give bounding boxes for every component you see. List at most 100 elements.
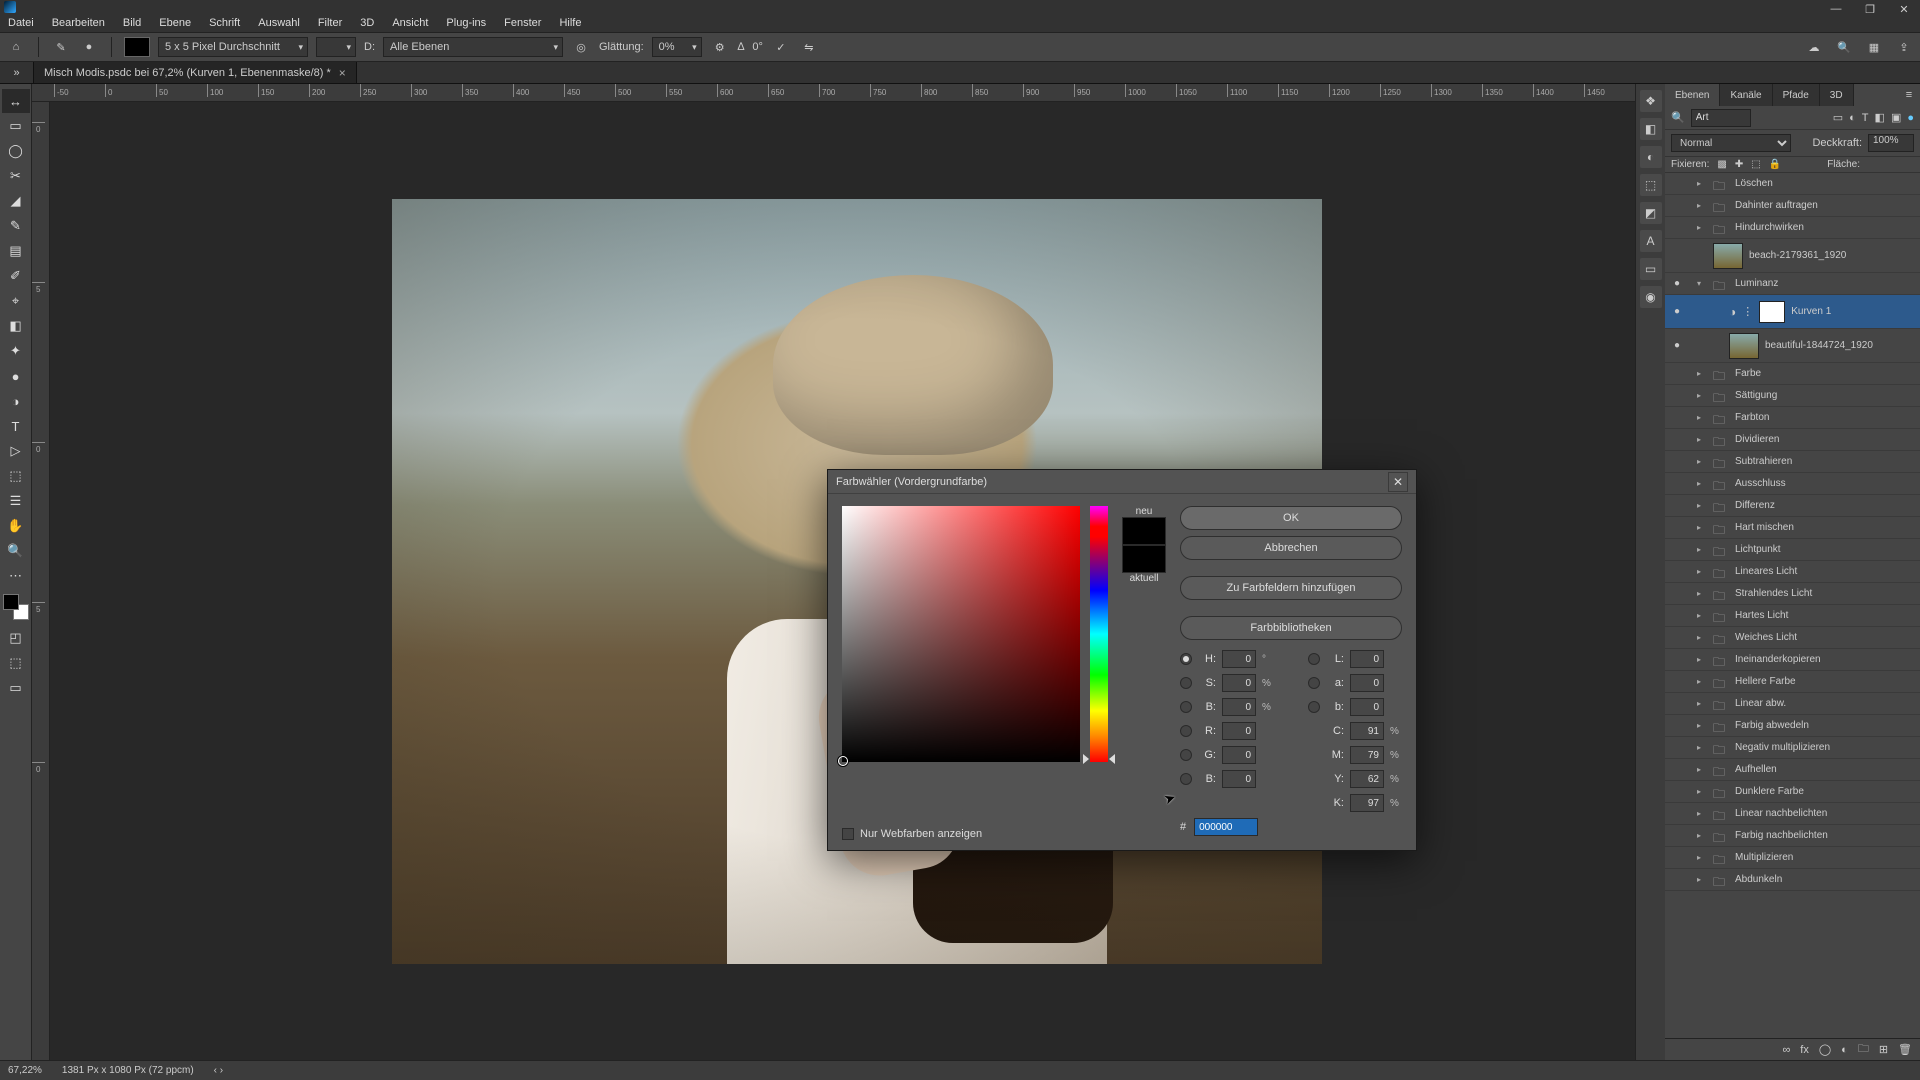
eyedropper-icon[interactable]: ✎ xyxy=(51,37,71,57)
smoothing-dropdown[interactable]: 0% xyxy=(652,37,702,57)
close-window-button[interactable]: ✕ xyxy=(1892,2,1916,16)
workspace-icon[interactable]: ▦ xyxy=(1864,37,1884,57)
menu-ebene[interactable]: Ebene xyxy=(159,17,191,29)
tool-4[interactable]: ◢ xyxy=(2,189,30,213)
layer-row[interactable]: ▸🗀Farbe xyxy=(1665,363,1920,385)
layer-name[interactable]: Luminanz xyxy=(1735,278,1778,289)
layer-row[interactable]: ▸🗀Hellere Farbe xyxy=(1665,671,1920,693)
color-radio-b[interactable] xyxy=(1308,701,1320,713)
layer-filter-input[interactable] xyxy=(1691,109,1751,127)
disclosure-icon[interactable]: ▸ xyxy=(1697,611,1707,620)
layer-row[interactable]: ▸🗀Linear abw. xyxy=(1665,693,1920,715)
layer-row[interactable]: ▸🗀Lineares Licht xyxy=(1665,561,1920,583)
tool-19[interactable]: ⋯ xyxy=(2,564,30,588)
foreground-swatch[interactable] xyxy=(124,37,150,57)
tool-18[interactable]: 🔍 xyxy=(2,539,30,563)
layer-name[interactable]: Farbton xyxy=(1735,412,1769,423)
color-radio-G[interactable] xyxy=(1180,749,1192,761)
tool-7[interactable]: ✐ xyxy=(2,264,30,288)
tool-11[interactable]: ● xyxy=(2,364,30,388)
group-icon[interactable]: 🗀 xyxy=(1858,1040,1869,1059)
lock-position-icon[interactable]: ✚ xyxy=(1735,159,1743,170)
fg-bg-colors[interactable] xyxy=(3,594,29,620)
sample-size-dropdown[interactable]: 5 x 5 Pixel Durchschnitt xyxy=(158,37,308,57)
tool-0[interactable]: ↔ xyxy=(2,89,30,113)
tool-mode-2[interactable]: ▭ xyxy=(2,676,30,700)
layer-row[interactable]: ●◑⋮Kurven 1 xyxy=(1665,295,1920,329)
tool-mode-1[interactable]: ⬚ xyxy=(2,651,30,675)
adjustment-layer-icon[interactable]: ◐ xyxy=(1841,1044,1848,1056)
layer-mask-icon[interactable]: ◯ xyxy=(1819,1043,1831,1056)
symmetry-icon[interactable]: ⇋ xyxy=(799,37,819,57)
layer-name[interactable]: Hindurchwirken xyxy=(1735,222,1804,233)
disclosure-icon[interactable]: ▸ xyxy=(1697,875,1707,884)
visibility-toggle[interactable]: ● xyxy=(1669,340,1685,351)
layer-row[interactable]: ▸🗀Farbig abwedeln xyxy=(1665,715,1920,737)
dialog-titlebar[interactable]: Farbwähler (Vordergrundfarbe) ✕ xyxy=(828,470,1416,494)
menu-3d[interactable]: 3D xyxy=(360,17,374,29)
color-radio-L[interactable] xyxy=(1308,653,1320,665)
layer-style-icon[interactable]: fx xyxy=(1800,1044,1809,1056)
filter-icon[interactable]: ▣ xyxy=(1891,111,1901,124)
layer-name[interactable]: beach-2179361_1920 xyxy=(1749,250,1846,261)
layer-row[interactable]: ▸🗀Hart mischen xyxy=(1665,517,1920,539)
disclosure-icon[interactable]: ▸ xyxy=(1697,545,1707,554)
panel-tab-ebenen[interactable]: Ebenen xyxy=(1665,84,1720,106)
tool-3[interactable]: ✂ xyxy=(2,164,30,188)
disclosure-icon[interactable]: ▸ xyxy=(1697,479,1707,488)
dialog-close-button[interactable]: ✕ xyxy=(1388,472,1408,492)
disclosure-icon[interactable]: ▸ xyxy=(1697,743,1707,752)
color-libraries-button[interactable]: Farbbibliotheken xyxy=(1180,616,1402,640)
disclosure-icon[interactable]: ▾ xyxy=(1697,279,1707,288)
disclosure-icon[interactable]: ▸ xyxy=(1697,523,1707,532)
menu-bearbeiten[interactable]: Bearbeiten xyxy=(52,17,105,29)
ruler-vertical[interactable]: 05050 xyxy=(32,102,50,1060)
disclosure-icon[interactable]: ▸ xyxy=(1697,179,1707,188)
doc-nav-icon[interactable]: » xyxy=(0,62,34,83)
tool-12[interactable]: ◑ xyxy=(2,389,30,413)
gear-icon[interactable]: ⚙ xyxy=(710,37,730,57)
disclosure-icon[interactable]: ▸ xyxy=(1697,369,1707,378)
layer-name[interactable]: Linear abw. xyxy=(1735,698,1786,709)
hue-slider[interactable] xyxy=(1090,506,1109,762)
layer-name[interactable]: Multiplizieren xyxy=(1735,852,1793,863)
minimize-button[interactable]: — xyxy=(1824,2,1848,16)
color-input-a[interactable]: 0 xyxy=(1350,674,1384,692)
layer-row[interactable]: ▸🗀Aufhellen xyxy=(1665,759,1920,781)
filter-search-icon[interactable]: 🔍 xyxy=(1671,111,1685,124)
menu-datei[interactable]: Datei xyxy=(8,17,34,29)
document-info[interactable]: 1381 Px x 1080 Px (72 ppcm) xyxy=(62,1065,194,1076)
layer-thumbnail[interactable] xyxy=(1713,243,1743,269)
disclosure-icon[interactable]: ▸ xyxy=(1697,677,1707,686)
search-top-icon[interactable]: 🔍 xyxy=(1834,37,1854,57)
lock-artboard-icon[interactable]: ⬚ xyxy=(1751,159,1760,170)
blend-mode-select[interactable]: Normal xyxy=(1671,134,1791,152)
layer-row[interactable]: ▸🗀Abdunkeln xyxy=(1665,869,1920,891)
layer-name[interactable]: Farbe xyxy=(1735,368,1761,379)
filter-icon[interactable]: ◐ xyxy=(1849,112,1856,124)
layer-mask-thumbnail[interactable] xyxy=(1759,301,1785,323)
disclosure-icon[interactable]: ▸ xyxy=(1697,457,1707,466)
tool-1[interactable]: ▭ xyxy=(2,114,30,138)
layer-row[interactable]: ▸🗀Ineinanderkopieren xyxy=(1665,649,1920,671)
layer-name[interactable]: Ausschluss xyxy=(1735,478,1786,489)
tool-mode-0[interactable]: ◰ xyxy=(2,626,30,650)
color-input-H[interactable]: 0 xyxy=(1222,650,1256,668)
web-colors-checkbox[interactable] xyxy=(842,828,854,840)
current-color-swatch[interactable] xyxy=(1122,545,1166,573)
color-input-R[interactable]: 0 xyxy=(1222,722,1256,740)
color-input-Bc[interactable]: 0 xyxy=(1222,770,1256,788)
add-swatch-button[interactable]: Zu Farbfeldern hinzufügen xyxy=(1180,576,1402,600)
layer-row[interactable]: ▸🗀Ausschluss xyxy=(1665,473,1920,495)
color-input-L[interactable]: 0 xyxy=(1350,650,1384,668)
color-input-Y[interactable]: 62 xyxy=(1350,770,1384,788)
disclosure-icon[interactable]: ▸ xyxy=(1697,435,1707,444)
web-colors-only-row[interactable]: Nur Webfarben anzeigen xyxy=(842,828,982,840)
close-tab-icon[interactable]: × xyxy=(339,66,346,80)
layer-row[interactable]: ▸🗀Farbton xyxy=(1665,407,1920,429)
disclosure-icon[interactable]: ▸ xyxy=(1697,391,1707,400)
layer-name[interactable]: Lineares Licht xyxy=(1735,566,1797,577)
maximize-button[interactable]: ❐ xyxy=(1858,2,1882,16)
layer-row[interactable]: ▸🗀Negativ multiplizieren xyxy=(1665,737,1920,759)
tool-10[interactable]: ✦ xyxy=(2,339,30,363)
